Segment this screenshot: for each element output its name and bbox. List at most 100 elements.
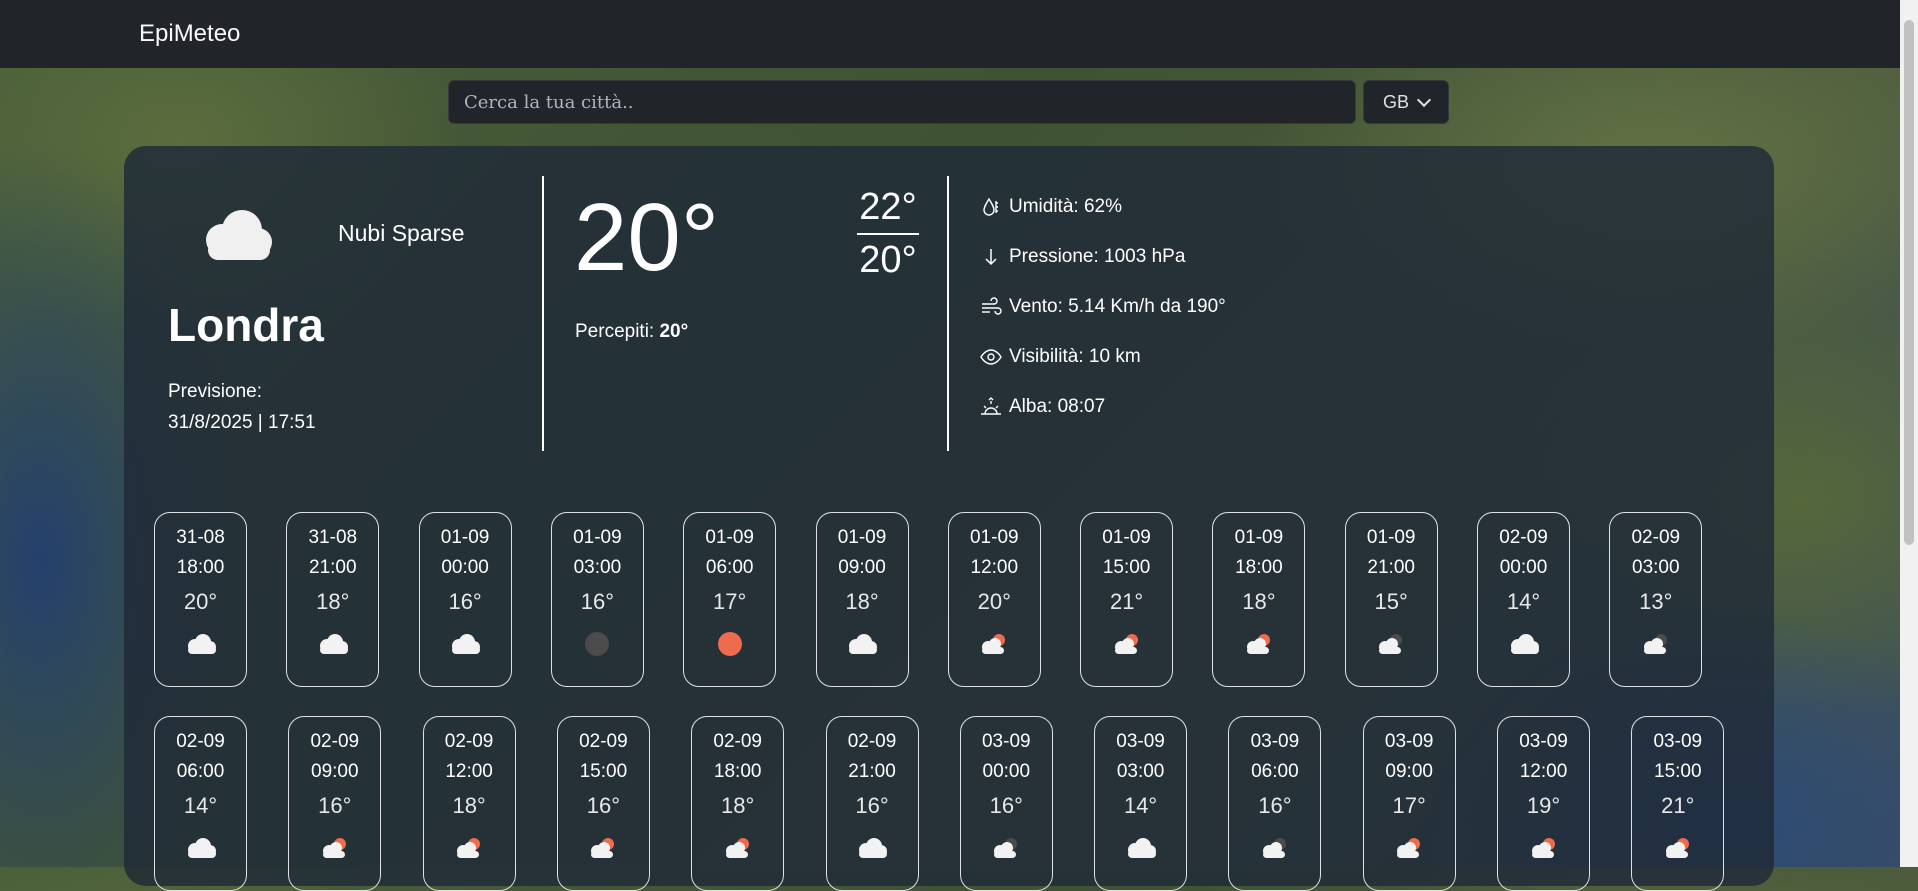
hourly-forecast-card: 31-08 18:00 20° [154, 512, 247, 687]
sun-cloud-icon [1498, 833, 1589, 863]
max-temperature: 22° [859, 186, 917, 228]
hourly-forecast-card: 03-09 12:00 19° [1497, 716, 1590, 891]
hourly-forecast-card: 02-09 18:00 18° [691, 716, 785, 891]
sun-cloud-icon [692, 833, 783, 863]
perceived-label: Percepiti: [575, 321, 655, 342]
hourly-date: 31-08 [308, 527, 358, 548]
pressure-text: Pressione: 1003 hPa [1009, 246, 1186, 267]
max-min-separator [857, 233, 919, 235]
hourly-forecast-card: 01-09 06:00 17° [683, 512, 777, 687]
country-select-value: GB [1382, 91, 1409, 112]
hourly-forecast-card: 03-09 00:00 16° [959, 716, 1053, 891]
moon-icon [552, 629, 643, 659]
hourly-temperature: 16° [855, 793, 889, 818]
hourly-forecast-card: 02-09 12:00 18° [422, 716, 516, 891]
hourly-temperature: 18° [316, 589, 350, 614]
hourly-forecast-card: 01-09 12:00 20° [947, 512, 1041, 687]
hourly-temperature: 17° [713, 589, 747, 614]
hourly-time: 06:00 [176, 761, 225, 782]
hourly-forecast-card: 02-09 03:00 13° [1609, 512, 1703, 687]
hourly-time: 15:00 [1654, 761, 1702, 782]
moon-cloud-icon [1229, 833, 1320, 863]
cloud-icon [1478, 629, 1569, 659]
hourly-date: 01-09 [440, 527, 490, 548]
search-input[interactable] [448, 80, 1356, 124]
hourly-date: 02-09 [1499, 527, 1548, 548]
hourly-temperature: 15° [1374, 589, 1408, 614]
forecast-info: Previsione: 31/8/2025 | 17:51 [168, 376, 316, 438]
hourly-date: 03-09 [1384, 731, 1434, 752]
cloud-icon [420, 629, 511, 659]
hourly-forecast-card: 01-09 15:00 21° [1080, 512, 1174, 687]
sun-cloud-icon [1081, 629, 1172, 659]
hourly-time: 03:00 [573, 557, 622, 578]
hourly-time: 12:00 [970, 557, 1019, 578]
brand-logo[interactable]: EpiMeteo [139, 20, 240, 48]
forecast-datetime: 31/8/2025 | 17:51 [168, 412, 316, 433]
scrollbar-thumb[interactable] [1904, 20, 1914, 545]
hourly-date: 02-09 [176, 731, 225, 752]
hourly-forecast-card: 02-09 15:00 16° [556, 716, 650, 891]
moon-cloud-icon [1610, 629, 1701, 659]
hourly-date: 03-09 [981, 731, 1031, 752]
hourly-time: 21:00 [848, 761, 896, 782]
wind-icon [979, 295, 1003, 319]
hourly-date: 03-09 [1519, 731, 1568, 752]
hourly-date: 03-09 [1250, 731, 1300, 752]
sunrise-text: Alba: 08:07 [1009, 396, 1106, 417]
hourly-temperature: 20° [977, 589, 1011, 614]
scrollbar[interactable] [1900, 0, 1918, 867]
hourly-temperature: 16° [989, 793, 1023, 818]
hourly-forecast-card: 03-09 03:00 14° [1094, 716, 1188, 891]
forecast-label: Previsione: [168, 381, 262, 402]
detail-visibility: Visibilità: 10 km [979, 332, 1226, 382]
hourly-temperature: 18° [845, 589, 879, 614]
hourly-temperature: 16° [580, 589, 615, 614]
sun-cloud-icon [424, 833, 515, 863]
hourly-temperature: 20° [183, 589, 218, 614]
hourly-time: 06:00 [705, 557, 754, 578]
hourly-date: 02-09 [713, 731, 762, 752]
sun-cloud-icon [1632, 833, 1723, 863]
hourly-date: 02-09 [579, 731, 628, 752]
sun-cloud-icon [289, 833, 380, 863]
cloud-icon [827, 833, 918, 863]
detail-sunrise: Alba: 08:07 [979, 382, 1226, 432]
hourly-forecast-card: 31-08 21:00 18° [286, 512, 380, 687]
country-select[interactable]: GB [1363, 80, 1449, 124]
city-name: Londra [168, 299, 324, 351]
hourly-date: 01-09 [1234, 527, 1284, 548]
hourly-date: 03-09 [1116, 731, 1165, 752]
hourly-forecast-card: 02-09 09:00 16° [288, 716, 382, 891]
hourly-forecast-card: 03-09 09:00 17° [1362, 716, 1456, 891]
min-temperature: 20° [859, 239, 917, 281]
weather-condition: Nubi Sparse [338, 220, 465, 246]
humidity-icon [979, 195, 1003, 219]
divider [947, 176, 949, 451]
hourly-temperature: 19° [1526, 793, 1561, 818]
hourly-time: 09:00 [311, 761, 359, 782]
cloud-icon [817, 629, 908, 659]
divider [542, 176, 544, 451]
moon-cloud-icon [1346, 629, 1437, 659]
hourly-time: 18:00 [176, 557, 225, 578]
perceived-value: 20° [659, 321, 689, 342]
hourly-time: 18:00 [1235, 557, 1283, 578]
hourly-forecast-card: 03-09 15:00 21° [1631, 716, 1725, 891]
hourly-temperature: 14° [1506, 589, 1541, 614]
hourly-temperature: 18° [1242, 589, 1276, 614]
hourly-temperature: 21° [1109, 589, 1144, 614]
wind-text: Vento: 5.14 Km/h da 190° [1009, 296, 1226, 317]
hourly-time: 03:00 [1632, 557, 1680, 578]
hourly-time: 15:00 [1102, 557, 1151, 578]
cloud-icon [1095, 833, 1186, 863]
hourly-date: 01-09 [573, 527, 622, 548]
hourly-forecast-card: 03-09 06:00 16° [1228, 716, 1322, 891]
hourly-date: 02-09 [1631, 527, 1681, 548]
eye-icon [979, 345, 1003, 369]
sun-cloud-icon [1213, 629, 1304, 659]
humidity-text: Umidità: 62% [1009, 196, 1122, 217]
chevron-down-icon [1416, 92, 1432, 107]
hourly-time: 06:00 [1251, 761, 1299, 782]
hourly-forecast-card: 02-09 00:00 14° [1477, 512, 1570, 687]
